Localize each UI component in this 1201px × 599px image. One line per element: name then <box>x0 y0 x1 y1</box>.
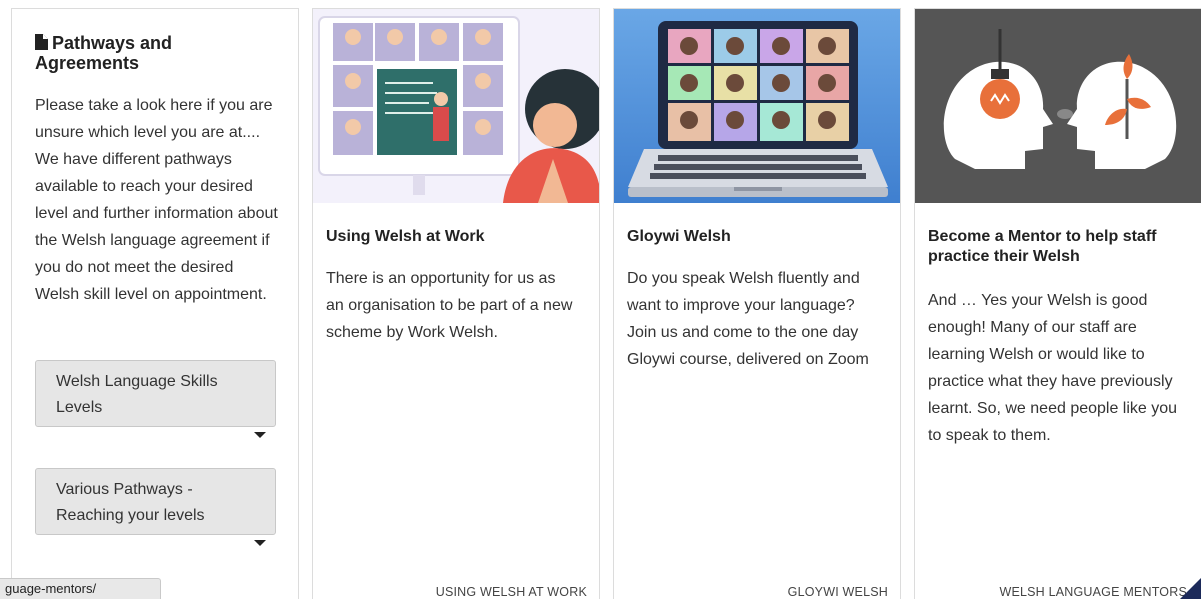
pathways-description: Please take a look here if you are unsur… <box>35 97 278 303</box>
card-title: Gloywi Welsh <box>627 228 731 245</box>
laptop-video-grid-illustration <box>614 9 900 203</box>
card-description: And … Yes your Welsh is good enough! Man… <box>928 292 1178 444</box>
card-welsh-language-mentors[interactable]: Become a Mentor to help staff practice t… <box>914 8 1201 599</box>
pathways-card: Pathways and Agreements Please take a lo… <box>11 8 299 599</box>
card-link[interactable]: GLOYWI WELSH <box>788 585 888 599</box>
caret-down-icon[interactable] <box>253 539 267 547</box>
card-description: Do you speak Welsh fluently and want to … <box>627 270 869 368</box>
pathways-title: Pathways and Agreements <box>35 33 173 73</box>
video-call-teacher-illustration <box>313 9 599 203</box>
card-link[interactable]: WELSH LANGUAGE MENTORS <box>999 585 1187 599</box>
accordion-label: Welsh Language Skills Levels <box>56 373 218 416</box>
card-gloywi-welsh[interactable]: Gloywi Welsh Do you speak Welsh fluently… <box>613 8 901 599</box>
page-corner-icon <box>1180 578 1201 599</box>
card-description: There is an opportunity for us as an org… <box>326 270 573 341</box>
card-link[interactable]: USING WELSH AT WORK <box>436 585 587 599</box>
browser-status-url: guage-mentors/ <box>0 578 161 599</box>
card-title: Become a Mentor to help staff practice t… <box>928 228 1157 265</box>
document-icon <box>35 34 48 50</box>
card-using-welsh-at-work[interactable]: Using Welsh at Work There is an opportun… <box>312 8 600 599</box>
accordion-various-pathways[interactable]: Various Pathways - Reaching your levels <box>35 468 276 535</box>
mentor-heads-illustration <box>915 9 1201 203</box>
pathways-heading: Pathways and Agreements <box>35 33 275 73</box>
accordion-label: Various Pathways - Reaching your levels <box>56 481 205 524</box>
caret-down-icon[interactable] <box>253 431 267 439</box>
card-title: Using Welsh at Work <box>326 228 485 245</box>
accordion-skills-levels[interactable]: Welsh Language Skills Levels <box>35 360 276 427</box>
